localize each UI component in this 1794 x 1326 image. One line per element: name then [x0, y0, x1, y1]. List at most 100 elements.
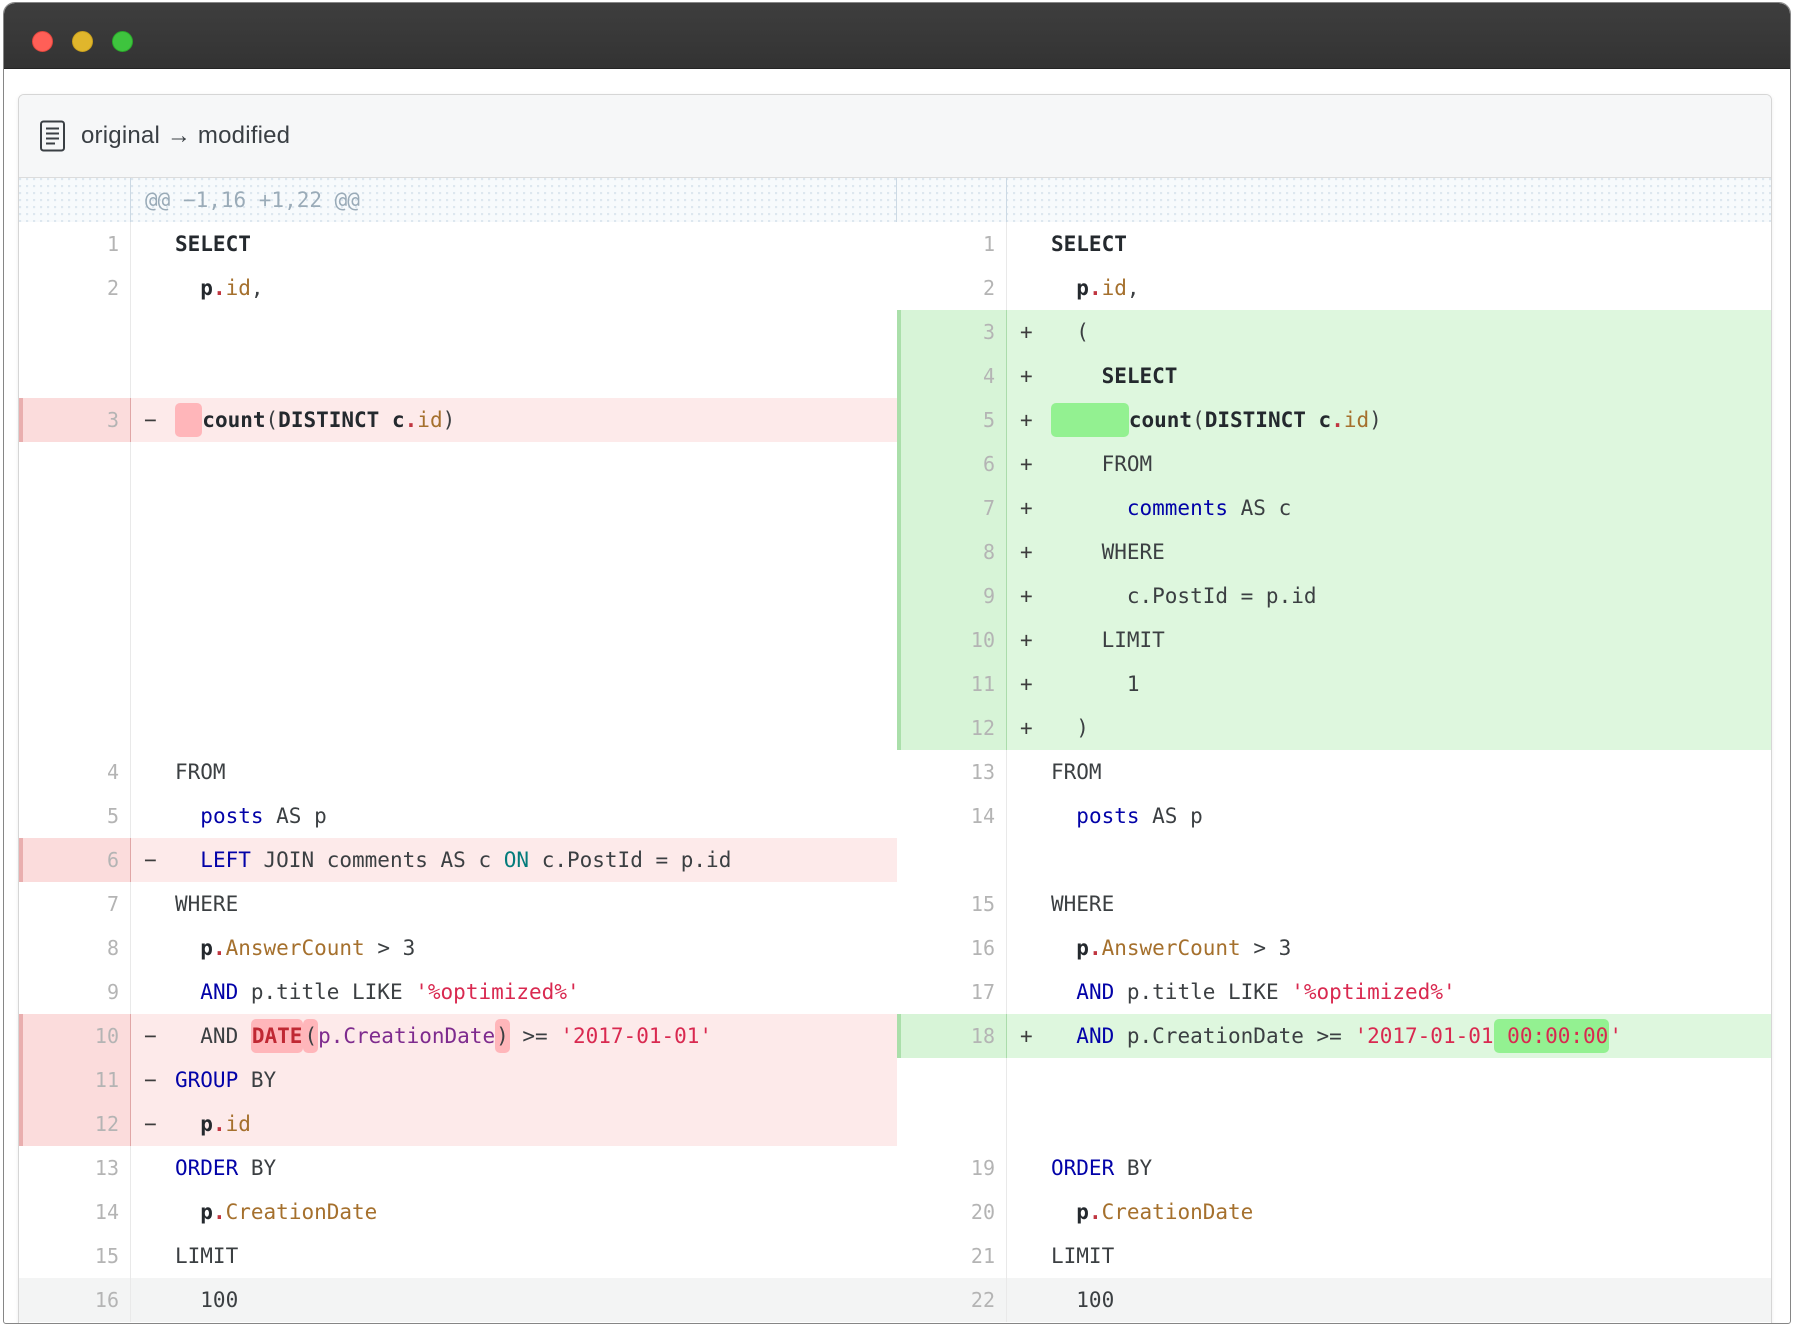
diff-row: 16 10022 100	[19, 1278, 1771, 1322]
code-cell: + (	[1007, 310, 1771, 354]
code-token: )	[443, 408, 456, 432]
diff-row: 2 p.id,2 p.id,	[19, 266, 1771, 310]
code-token: p.title LIKE	[1114, 980, 1291, 1004]
code-cell	[131, 442, 897, 486]
code-token: id	[226, 1112, 251, 1136]
code-token: WHERE	[1051, 540, 1165, 564]
code-token: .	[405, 408, 418, 432]
hunk-header-right	[1007, 178, 1771, 222]
code-token: LEFT	[200, 848, 251, 872]
code-cell: + SELECT	[1007, 354, 1771, 398]
line-number-cell: 2	[19, 266, 131, 310]
code-cell	[131, 662, 897, 706]
close-button[interactable]	[32, 31, 53, 52]
diff-sign: +	[1020, 662, 1033, 706]
diff-body: 1SELECT1SELECT2 p.id,2 p.id,3+ (4+ SELEC…	[19, 222, 1771, 1322]
code-token: .	[1089, 1200, 1102, 1224]
code-token: AND	[200, 980, 238, 1004]
hunk-header-row: @@ −1,16 +1,22 @@	[19, 178, 1771, 222]
code-cell: p.AnswerCount > 3	[1007, 926, 1771, 970]
line-number-cell: 6	[897, 442, 1007, 486]
code-cell: − AND DATE(p.CreationDate) >= '2017-01-0…	[131, 1014, 897, 1058]
code-cell: AND p.title LIKE '%optimized%'	[1007, 970, 1771, 1014]
diff-row: 3− count(DISTINCT c.id)5+ count(DISTINCT…	[19, 398, 1771, 442]
code-token: FROM	[1051, 760, 1102, 784]
code-cell: LIMIT	[1007, 1234, 1771, 1278]
code-token: c	[392, 408, 405, 432]
code-token	[1051, 403, 1129, 437]
diff-row: 7WHERE15WHERE	[19, 882, 1771, 926]
code-token: id	[226, 276, 251, 300]
code-token: .	[1089, 276, 1102, 300]
line-number-cell	[19, 530, 131, 574]
minimize-button[interactable]	[72, 31, 93, 52]
code-cell: p.id,	[1007, 266, 1771, 310]
line-number-cell	[19, 310, 131, 354]
code-cell: SELECT	[1007, 222, 1771, 266]
line-number-cell: 18	[897, 1014, 1007, 1058]
code-token: ORDER	[175, 1156, 238, 1180]
code-token: GROUP	[175, 1068, 238, 1092]
code-token: FROM	[1051, 452, 1152, 476]
diff-row: 6+ FROM	[19, 442, 1771, 486]
code-token	[175, 848, 200, 872]
zoom-button[interactable]	[112, 31, 133, 52]
code-token	[1051, 980, 1076, 1004]
code-cell	[131, 354, 897, 398]
code-cell: LIMIT	[131, 1234, 897, 1278]
diff-sign: −	[144, 1014, 157, 1058]
code-token: c	[1319, 408, 1332, 432]
line-number-cell: 19	[897, 1146, 1007, 1190]
line-number-cell: 4	[897, 354, 1007, 398]
diff-row: 12− p.id	[19, 1102, 1771, 1146]
code-token: ,	[1127, 276, 1140, 300]
code-token	[175, 276, 200, 300]
code-token: SELECT	[175, 232, 251, 256]
code-token: AND	[1076, 1024, 1114, 1048]
hunk-gutter-right	[897, 178, 1007, 222]
code-token	[1051, 936, 1076, 960]
line-number-cell: 11	[19, 1058, 131, 1102]
code-token: p	[1076, 936, 1089, 960]
line-number-cell: 3	[897, 310, 1007, 354]
code-token: CreationDate	[226, 1200, 378, 1224]
line-number-cell: 9	[897, 574, 1007, 618]
diff-sign: +	[1020, 706, 1033, 750]
code-cell	[131, 574, 897, 618]
code-token: 100	[1051, 1288, 1114, 1312]
code-token: posts	[200, 804, 263, 828]
code-cell: 100	[131, 1278, 897, 1322]
diff-row: 11+ 1	[19, 662, 1771, 706]
line-number-cell: 9	[19, 970, 131, 1014]
code-cell: p.id,	[131, 266, 897, 310]
code-token	[175, 403, 202, 437]
code-cell: AND p.title LIKE '%optimized%'	[131, 970, 897, 1014]
code-token	[1051, 1024, 1076, 1048]
code-cell: 100	[1007, 1278, 1771, 1322]
code-token: 100	[175, 1288, 238, 1312]
code-token: AS c	[1228, 496, 1291, 520]
file-title: original → modified	[81, 122, 290, 150]
code-token: > 3	[1241, 936, 1292, 960]
line-number-cell: 11	[897, 662, 1007, 706]
code-token: p.CreationDate	[318, 1024, 495, 1048]
app-window: original → modified @@ −1,16 +1,22 @@ 1S…	[3, 2, 1791, 1324]
line-number-cell	[897, 1058, 1007, 1102]
code-token	[175, 804, 200, 828]
code-token: p	[1076, 276, 1089, 300]
code-token	[175, 1200, 200, 1224]
diff-sign: −	[144, 1102, 157, 1146]
code-token: )	[1369, 408, 1382, 432]
code-token: p	[200, 936, 213, 960]
code-cell: + c.PostId = p.id	[1007, 574, 1771, 618]
diff-panel: original → modified @@ −1,16 +1,22 @@ 1S…	[18, 94, 1772, 1324]
code-token: id	[1102, 276, 1127, 300]
code-token: '2017-01-01	[1354, 1024, 1493, 1048]
code-cell: p.AnswerCount > 3	[131, 926, 897, 970]
code-token: AS p	[1140, 804, 1203, 828]
code-token: p	[200, 1112, 213, 1136]
code-token: '%optimized%'	[1291, 980, 1455, 1004]
code-token: '%optimized%'	[415, 980, 579, 1004]
code-token: BY	[238, 1156, 276, 1180]
hunk-gutter-left	[19, 178, 131, 222]
